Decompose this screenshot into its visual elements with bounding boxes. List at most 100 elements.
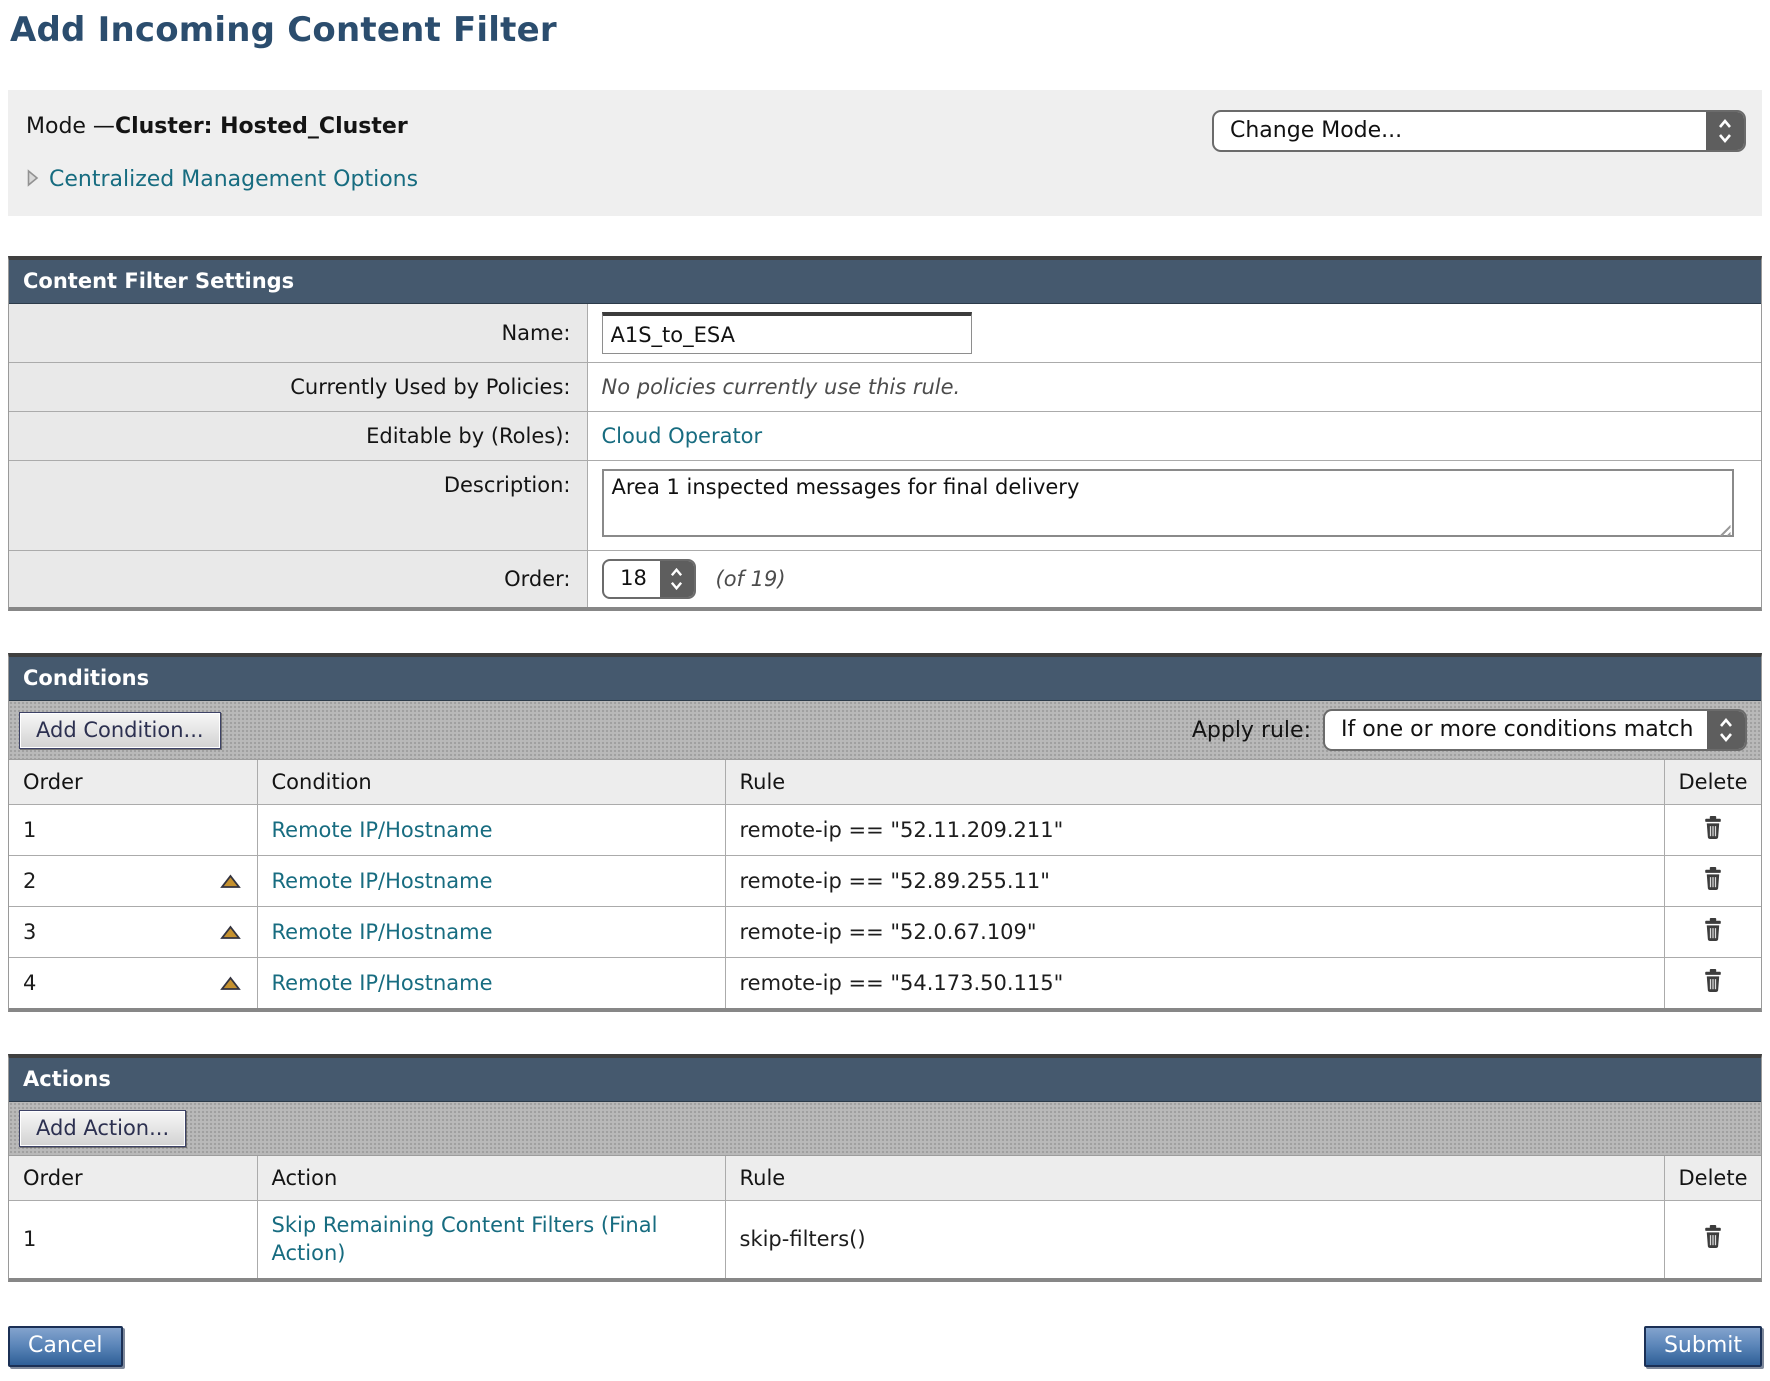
settings-row-roles: Editable by (Roles): Cloud Operator (9, 412, 1761, 461)
condition-order-cell: 1 (9, 805, 257, 856)
delete-button[interactable] (1702, 866, 1724, 891)
condition-link[interactable]: Remote IP/Hostname (272, 920, 493, 944)
condition-link[interactable]: Remote IP/Hostname (272, 869, 493, 893)
apply-rule-select[interactable]: If one or more conditions match (1323, 709, 1747, 751)
column-header-delete: Delete (1664, 1156, 1761, 1201)
order-suffix: (of 19) (716, 567, 786, 591)
condition-row: 4 Remote IP/Hostname remote-ip == "54.17… (9, 958, 1761, 1009)
delete-button[interactable] (1702, 1224, 1724, 1249)
change-mode-select-value: Change Mode... (1214, 112, 1706, 150)
condition-order-cell: 2 (23, 869, 36, 893)
condition-rule: remote-ip == "52.0.67.109" (725, 907, 1664, 958)
actions-section-header: Actions (9, 1058, 1761, 1102)
column-header-rule: Rule (725, 1156, 1664, 1201)
trash-icon (1702, 968, 1724, 993)
condition-order-cell: 3 (23, 920, 36, 944)
add-condition-button[interactable]: Add Condition... (19, 712, 221, 749)
action-rule: skip-filters() (725, 1201, 1664, 1278)
column-header-action: Action (257, 1156, 725, 1201)
trash-icon (1702, 917, 1724, 942)
move-up-button[interactable] (220, 874, 241, 889)
centralized-management-row: Centralized Management Options (26, 167, 1744, 192)
description-label: Description: (9, 461, 587, 551)
change-mode-select[interactable]: Change Mode... (1212, 110, 1746, 152)
conditions-table: Order Condition Rule Delete 1 Remote IP/… (9, 760, 1761, 1008)
apply-rule-select-value: If one or more conditions match (1325, 711, 1707, 749)
action-order-cell: 1 (9, 1201, 257, 1278)
select-stepper-icon (660, 561, 694, 597)
condition-rule: remote-ip == "52.89.255.11" (725, 856, 1664, 907)
apply-rule-label: Apply rule: (1192, 718, 1311, 743)
content-filter-settings-section: Content Filter Settings Name: Currently … (8, 256, 1762, 611)
trash-icon (1702, 866, 1724, 891)
trash-icon (1702, 815, 1724, 840)
condition-row: 3 Remote IP/Hostname remote-ip == "52.0.… (9, 907, 1761, 958)
order-select[interactable]: 18 (602, 559, 696, 599)
apply-rule-group: Apply rule: If one or more conditions ma… (1192, 709, 1747, 751)
settings-row-name: Name: (9, 304, 1761, 363)
move-up-button[interactable] (220, 976, 241, 991)
name-input[interactable] (602, 312, 972, 354)
mode-panel: Mode —Cluster: Hosted_Cluster Change Mod… (8, 90, 1762, 216)
order-select-value: 18 (604, 561, 660, 597)
page: Add Incoming Content Filter Mode —Cluste… (8, 0, 1762, 1381)
policies-value: No policies currently use this rule. (602, 375, 961, 399)
up-arrow-icon (220, 925, 241, 940)
footer: Cancel Submit (8, 1326, 1762, 1381)
policies-label: Currently Used by Policies: (9, 363, 587, 412)
column-header-condition: Condition (257, 760, 725, 805)
conditions-section-header: Conditions (9, 657, 1761, 701)
cancel-button[interactable]: Cancel (8, 1326, 123, 1367)
condition-link[interactable]: Remote IP/Hostname (272, 971, 493, 995)
order-label: Order: (9, 551, 587, 608)
submit-button[interactable]: Submit (1644, 1326, 1762, 1367)
settings-section-header: Content Filter Settings (9, 260, 1761, 304)
select-stepper-icon (1706, 112, 1744, 150)
condition-order-cell: 4 (23, 971, 36, 995)
description-textarea[interactable]: Area 1 inspected messages for final deli… (602, 469, 1734, 537)
conditions-toolbar: Add Condition... Apply rule: If one or m… (9, 701, 1761, 760)
mode-value: Cluster: Hosted_Cluster (115, 114, 408, 139)
column-header-rule: Rule (725, 760, 1664, 805)
settings-row-description: Description: Area 1 inspected messages f… (9, 461, 1761, 551)
centralized-management-link[interactable]: Centralized Management Options (49, 167, 418, 192)
condition-rule: remote-ip == "52.11.209.211" (725, 805, 1664, 856)
delete-button[interactable] (1702, 815, 1724, 840)
add-action-button[interactable]: Add Action... (19, 1110, 186, 1147)
action-row: 1 Skip Remaining Content Filters (Final … (9, 1201, 1761, 1278)
delete-button[interactable] (1702, 968, 1724, 993)
up-arrow-icon (220, 874, 241, 889)
column-header-order: Order (9, 1156, 257, 1201)
condition-link[interactable]: Remote IP/Hostname (272, 818, 493, 842)
condition-row: 2 Remote IP/Hostname remote-ip == "52.89… (9, 856, 1761, 907)
actions-header-row: Order Action Rule Delete (9, 1156, 1761, 1201)
move-up-button[interactable] (220, 925, 241, 940)
column-header-delete: Delete (1664, 760, 1761, 805)
condition-row: 1 Remote IP/Hostname remote-ip == "52.11… (9, 805, 1761, 856)
description-field-wrap: Area 1 inspected messages for final deli… (602, 469, 1734, 542)
trash-icon (1702, 1224, 1724, 1249)
settings-table: Name: Currently Used by Policies: No pol… (9, 304, 1761, 607)
page-title: Add Incoming Content Filter (10, 10, 1762, 50)
column-header-order: Order (9, 760, 257, 805)
action-link[interactable]: Skip Remaining Content Filters (Final Ac… (272, 1211, 692, 1268)
actions-table: Order Action Rule Delete 1 Skip Remainin… (9, 1156, 1761, 1278)
roles-label: Editable by (Roles): (9, 412, 587, 461)
disclosure-triangle-icon[interactable] (26, 169, 39, 191)
mode-label: Mode — (26, 114, 115, 139)
name-label: Name: (9, 304, 587, 363)
select-stepper-icon (1707, 711, 1745, 749)
actions-section: Actions Add Action... Order Action Rule … (8, 1054, 1762, 1282)
delete-button[interactable] (1702, 917, 1724, 942)
condition-rule: remote-ip == "54.173.50.115" (725, 958, 1664, 1009)
up-arrow-icon (220, 976, 241, 991)
conditions-header-row: Order Condition Rule Delete (9, 760, 1761, 805)
settings-row-policies: Currently Used by Policies: No policies … (9, 363, 1761, 412)
spacer (8, 611, 1762, 653)
roles-value-link[interactable]: Cloud Operator (602, 424, 763, 448)
spacer (8, 216, 1762, 256)
settings-row-order: Order: 18 (of 19) (9, 551, 1761, 608)
actions-toolbar: Add Action... (9, 1102, 1761, 1156)
conditions-section: Conditions Add Condition... Apply rule: … (8, 653, 1762, 1012)
spacer (8, 1012, 1762, 1054)
